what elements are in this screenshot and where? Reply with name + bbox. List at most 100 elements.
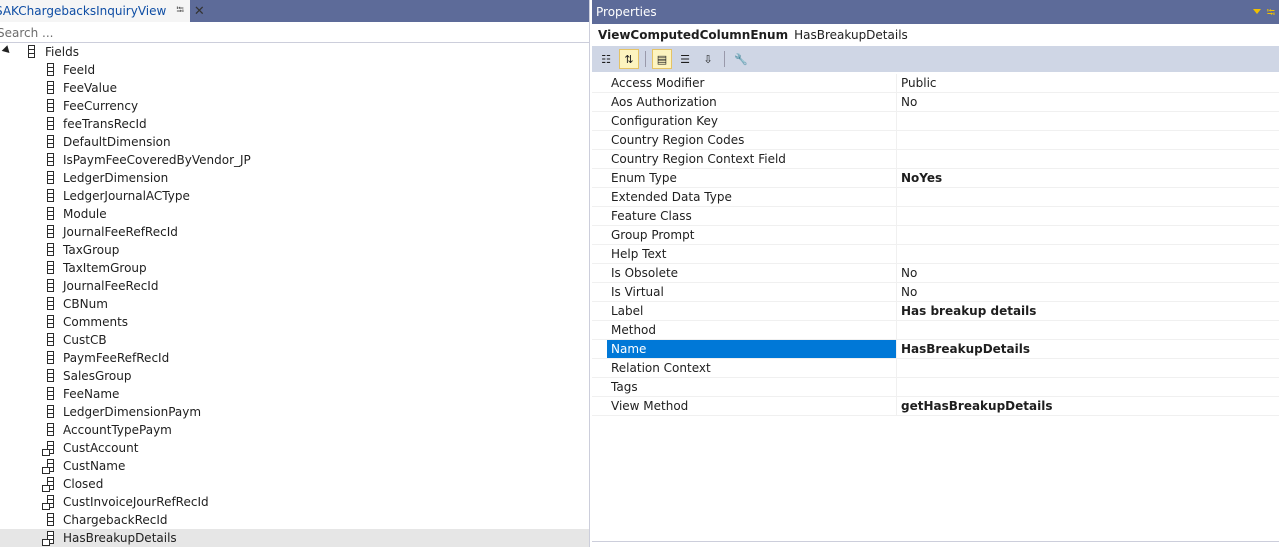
tree-node-field[interactable]: SalesGroup [0,367,589,385]
window-dropdown-icon[interactable] [1253,9,1261,14]
property-value[interactable] [897,207,1279,225]
tree-node-field[interactable]: FeeValue [0,79,589,97]
properties-title: Properties [596,5,657,19]
property-row[interactable]: Aos Authorization No [592,93,1279,112]
categorized-icon[interactable]: ☷ [596,49,616,69]
property-row[interactable]: Help Text [592,245,1279,264]
property-value[interactable]: HasBreakupDetails [897,340,1279,358]
property-value[interactable] [897,226,1279,244]
property-value[interactable] [897,321,1279,339]
property-name[interactable]: Label [607,302,897,320]
tree-node-field[interactable]: CustAccount [0,439,589,457]
close-icon[interactable]: ✕ [194,4,205,19]
property-value[interactable]: NoYes [897,169,1279,187]
property-value[interactable]: Has breakup details [897,302,1279,320]
property-value[interactable] [897,131,1279,149]
property-name[interactable]: Relation Context [607,359,897,377]
property-row[interactable]: Configuration Key [592,112,1279,131]
property-name[interactable]: Country Region Context Field [607,150,897,168]
tree-node-field[interactable]: feeTransRecId [0,115,589,133]
property-name[interactable]: Enum Type [607,169,897,187]
tree-node-field[interactable]: FeeName [0,385,589,403]
property-name[interactable]: Country Region Codes [607,131,897,149]
property-value[interactable]: No [897,264,1279,282]
tree-node-field[interactable]: LedgerDimensionPaym [0,403,589,421]
tree-node-field[interactable]: Module [0,205,589,223]
tree-node-label: feeTransRecId [63,117,147,131]
property-row[interactable]: Feature Class [592,207,1279,226]
tree-node-field[interactable]: CustName [0,457,589,475]
property-value[interactable]: getHasBreakupDetails [897,397,1279,415]
property-value[interactable] [897,150,1279,168]
property-row[interactable]: Tags [592,378,1279,397]
alphabetical-sort-icon[interactable]: ⇅ [619,49,639,69]
property-value[interactable]: Public [897,74,1279,92]
property-row[interactable]: Is Virtual No [592,283,1279,302]
property-name[interactable]: Aos Authorization [607,93,897,111]
tree-node-field[interactable]: PaymFeeRefRecId [0,349,589,367]
property-value[interactable] [897,112,1279,130]
tree-node-field[interactable]: ChargebackRecId [0,511,589,529]
property-row[interactable]: Is Obsolete No [592,264,1279,283]
tree-node-field[interactable]: JournalFeeRecId [0,277,589,295]
property-row[interactable]: Country Region Codes [592,131,1279,150]
tree-node-field[interactable]: HasBreakupDetails [0,529,589,547]
property-name[interactable]: Configuration Key [607,112,897,130]
property-name[interactable]: Method [607,321,897,339]
property-name[interactable]: Access Modifier [607,74,897,92]
tree-node-field[interactable]: Closed [0,475,589,493]
property-value[interactable]: No [897,283,1279,301]
property-name[interactable]: Name [607,340,897,358]
tree-node-field[interactable]: LedgerJournalACType [0,187,589,205]
property-row[interactable]: Access Modifier Public [592,74,1279,93]
tree-node-field[interactable]: CustCB [0,331,589,349]
wrench-icon[interactable]: 🔧 [731,49,751,69]
tree-node-field[interactable]: DefaultDimension [0,133,589,151]
property-name[interactable]: Help Text [607,245,897,263]
property-name[interactable]: Group Prompt [607,226,897,244]
property-row[interactable]: Method [592,321,1279,340]
tree-node-field[interactable]: FeeId [0,61,589,79]
tree-node-field[interactable]: Comments [0,313,589,331]
property-row[interactable]: Enum Type NoYes [592,169,1279,188]
property-row[interactable]: Name HasBreakupDetails [592,340,1279,359]
tree-node-field[interactable]: LedgerDimension [0,169,589,187]
expand-arrow-icon[interactable] [1,45,13,56]
tree-node-field[interactable]: CBNum [0,295,589,313]
property-name[interactable]: Extended Data Type [607,188,897,206]
property-row[interactable]: View Method getHasBreakupDetails [592,397,1279,416]
tree-node-field[interactable]: TaxItemGroup [0,259,589,277]
property-row[interactable]: Group Prompt [592,226,1279,245]
pin-icon[interactable]: ⭾ [1267,4,1275,23]
properties-page-icon[interactable]: ▤ [652,49,672,69]
search-input[interactable] [0,24,577,41]
property-name[interactable]: View Method [607,397,897,415]
property-name[interactable]: Feature Class [607,207,897,225]
tree-node-fields[interactable]: Fields [0,43,589,61]
property-value[interactable] [897,188,1279,206]
document-tab-title[interactable]: SAKChargebacksInquiryView [0,4,166,18]
property-row[interactable]: Relation Context [592,359,1279,378]
property-row-gutter [592,188,607,206]
property-value[interactable] [897,245,1279,263]
tree-node-field[interactable]: JournalFeeRefRecId [0,223,589,241]
tree-node-field[interactable]: IsPaymFeeCoveredByVendor_JP [0,151,589,169]
property-row[interactable]: Label Has breakup details [592,302,1279,321]
property-value[interactable] [897,378,1279,396]
tree-node-field[interactable]: CustInvoiceJourRefRecId [0,493,589,511]
sort-descending-icon[interactable]: ⇩ [698,49,718,69]
property-row[interactable]: Extended Data Type [592,188,1279,207]
property-row[interactable]: Country Region Context Field [592,150,1279,169]
document-tab[interactable]: SAKChargebacksInquiryView ⭾ ✕ [0,0,205,22]
pin-icon[interactable]: ⭾ [176,3,184,20]
property-name[interactable]: Is Obsolete [607,264,897,282]
tree-node-field[interactable]: FeeCurrency [0,97,589,115]
property-name[interactable]: Tags [607,378,897,396]
tree-node-field[interactable]: TaxGroup [0,241,589,259]
property-name[interactable]: Is Virtual [607,283,897,301]
tree-node-field[interactable]: AccountTypePaym [0,421,589,439]
property-value[interactable]: No [897,93,1279,111]
events-list-icon[interactable]: ☰ [675,49,695,69]
field-icon [47,261,54,274]
property-value[interactable] [897,359,1279,377]
